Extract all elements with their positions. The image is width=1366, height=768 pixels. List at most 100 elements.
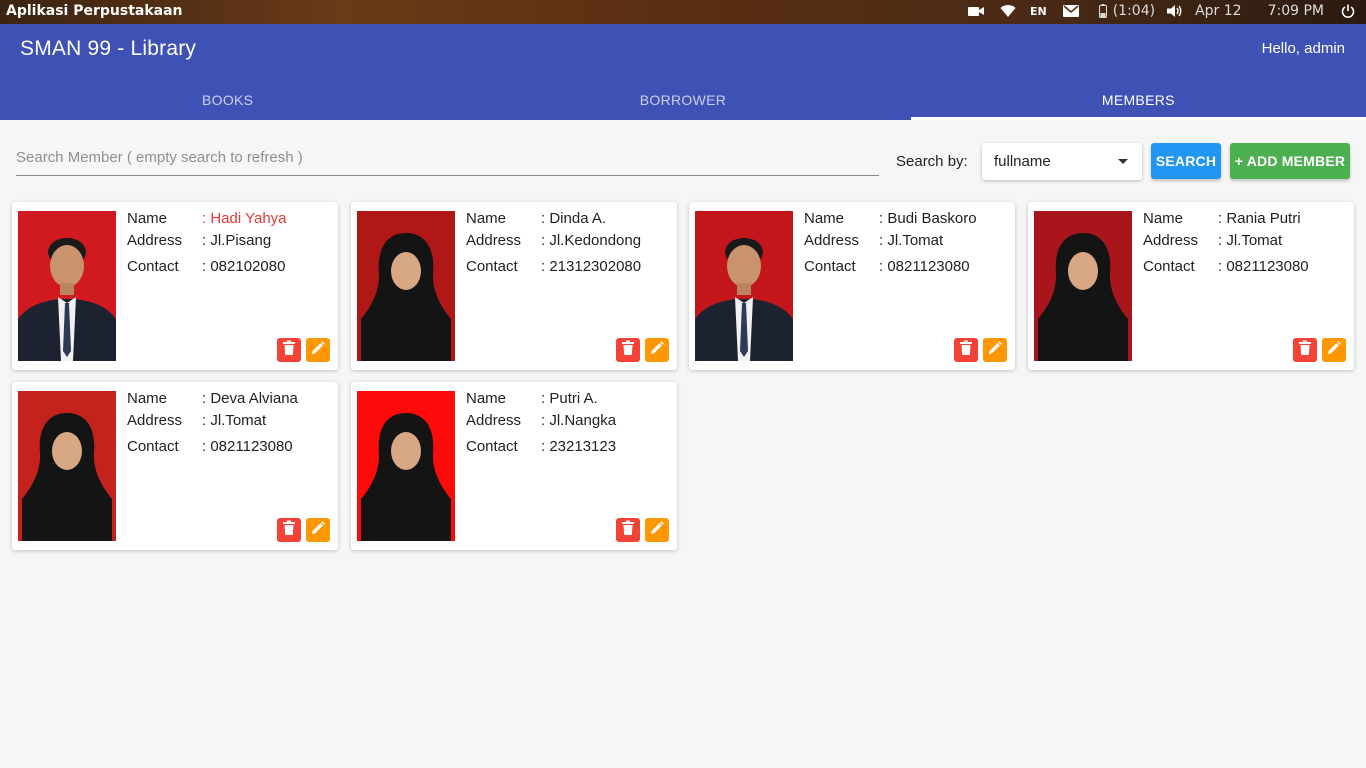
mail-icon[interactable] (1061, 3, 1081, 19)
member-photo (357, 391, 455, 541)
delete-member-button[interactable] (616, 518, 640, 542)
member-name: Putri A. (541, 390, 597, 408)
member-contact: 0821123080 (202, 438, 292, 456)
delete-member-button[interactable] (277, 338, 301, 362)
pencil-icon (311, 340, 325, 360)
delete-member-button[interactable] (1293, 338, 1317, 362)
tab-members[interactable]: MEMBERS (910, 80, 1366, 120)
address-label: Address (127, 412, 183, 429)
member-card: Name Deva Alviana Address Jl.Tomat Contact 08… (12, 382, 338, 550)
trash-icon (959, 340, 973, 361)
address-label: Address (127, 232, 183, 249)
member-name: Rania Putri (1218, 210, 1300, 228)
member-address: Jl.Nangka (541, 412, 616, 430)
camera-icon[interactable] (966, 3, 986, 19)
wifi-icon[interactable] (998, 3, 1018, 19)
app-header: SMAN 99 - Library Hello, admin BOOKS BOR… (0, 24, 1366, 120)
page-title: SMAN 99 - Library (20, 37, 197, 60)
member-photo (1034, 211, 1132, 361)
search-by-label: Search by: (896, 153, 968, 170)
edit-member-button[interactable] (645, 338, 669, 362)
name-label: Name (127, 210, 168, 227)
member-name: Budi Baskoro (879, 210, 976, 228)
system-top-bar: Aplikasi Perpustakaan EN (1:04) Apr 12 7… (0, 0, 1366, 24)
member-photo (357, 211, 455, 361)
user-greeting: Hello, admin (1261, 40, 1345, 57)
member-contact: 23213123 (541, 438, 616, 456)
search-input[interactable] (16, 140, 879, 174)
member-address: Jl.Tomat (202, 412, 266, 430)
trash-icon (282, 520, 296, 541)
member-card: Name Putri A. Address Jl.Nangka Contact 23213… (351, 382, 677, 550)
name-label: Name (804, 210, 845, 227)
system-app-title: Aplikasi Perpustakaan (6, 3, 183, 19)
trash-icon (282, 340, 296, 361)
edit-member-button[interactable] (306, 518, 330, 542)
contact-label: Contact (1143, 258, 1195, 275)
search-by-value: fullname (994, 153, 1051, 170)
trash-icon (621, 520, 635, 541)
trash-icon (621, 340, 635, 361)
name-label: Name (1143, 210, 1184, 227)
member-card: Name Rania Putri Address Jl.Tomat Contact 082… (1028, 202, 1354, 370)
delete-member-button[interactable] (616, 338, 640, 362)
contact-label: Contact (127, 258, 179, 275)
member-address: Jl.Pisang (202, 232, 271, 250)
volume-icon[interactable] (1165, 3, 1185, 19)
edit-member-button[interactable] (645, 518, 669, 542)
tab-borrower[interactable]: BORROWER (455, 80, 910, 120)
battery-icon[interactable] (1093, 3, 1113, 19)
name-label: Name (466, 390, 507, 407)
power-icon[interactable] (1338, 3, 1358, 19)
edit-member-button[interactable] (983, 338, 1007, 362)
edit-member-button[interactable] (1322, 338, 1346, 362)
member-address: Jl.Tomat (879, 232, 943, 250)
address-label: Address (804, 232, 860, 249)
search-field (16, 140, 879, 176)
member-address: Jl.Tomat (1218, 232, 1282, 250)
member-address: Jl.Kedondong (541, 232, 641, 250)
search-by-select[interactable]: fullname (982, 143, 1142, 180)
name-label: Name (127, 390, 168, 407)
address-label: Address (466, 412, 522, 429)
member-card: Name Hadi Yahya Address Jl.Pisang Contact 082… (12, 202, 338, 370)
pencil-icon (650, 520, 664, 540)
member-name: Hadi Yahya (202, 210, 286, 228)
member-photo (695, 211, 793, 361)
member-name: Deva Alviana (202, 390, 298, 408)
address-label: Address (1143, 232, 1199, 249)
member-contact: 0821123080 (1218, 258, 1308, 276)
contact-label: Contact (804, 258, 856, 275)
tab-bar: BOOKS BORROWER MEMBERS (0, 80, 1366, 120)
member-photo (18, 391, 116, 541)
tab-books[interactable]: BOOKS (0, 80, 455, 120)
battery-time: (1:04) (1112, 3, 1156, 19)
pencil-icon (988, 340, 1002, 360)
add-member-button[interactable]: + ADD MEMBER (1230, 143, 1350, 179)
language-indicator[interactable]: EN (1030, 5, 1047, 18)
member-photo (18, 211, 116, 361)
trash-icon (1298, 340, 1312, 361)
system-clock[interactable]: 7:09 PM (1268, 3, 1324, 19)
address-label: Address (466, 232, 522, 249)
pencil-icon (311, 520, 325, 540)
contact-label: Contact (466, 438, 518, 455)
search-button[interactable]: SEARCH (1151, 143, 1221, 179)
member-card: Name Budi Baskoro Address Jl.Tomat Contact 08… (689, 202, 1015, 370)
system-tray: EN (1:04) Apr 12 7:09 PM (966, 3, 1358, 19)
delete-member-button[interactable] (954, 338, 978, 362)
dropdown-arrow-icon (1118, 159, 1128, 164)
member-card: Name Dinda A. Address Jl.Kedondong Contact 21… (351, 202, 677, 370)
system-date[interactable]: Apr 12 (1195, 3, 1241, 19)
contact-label: Contact (466, 258, 518, 275)
member-contact: 0821123080 (879, 258, 969, 276)
member-contact: 082102080 (202, 258, 285, 276)
pencil-icon (650, 340, 664, 360)
member-name: Dinda A. (541, 210, 606, 228)
name-label: Name (466, 210, 507, 227)
delete-member-button[interactable] (277, 518, 301, 542)
pencil-icon (1327, 340, 1341, 360)
member-contact: 21312302080 (541, 258, 641, 276)
edit-member-button[interactable] (306, 338, 330, 362)
contact-label: Contact (127, 438, 179, 455)
